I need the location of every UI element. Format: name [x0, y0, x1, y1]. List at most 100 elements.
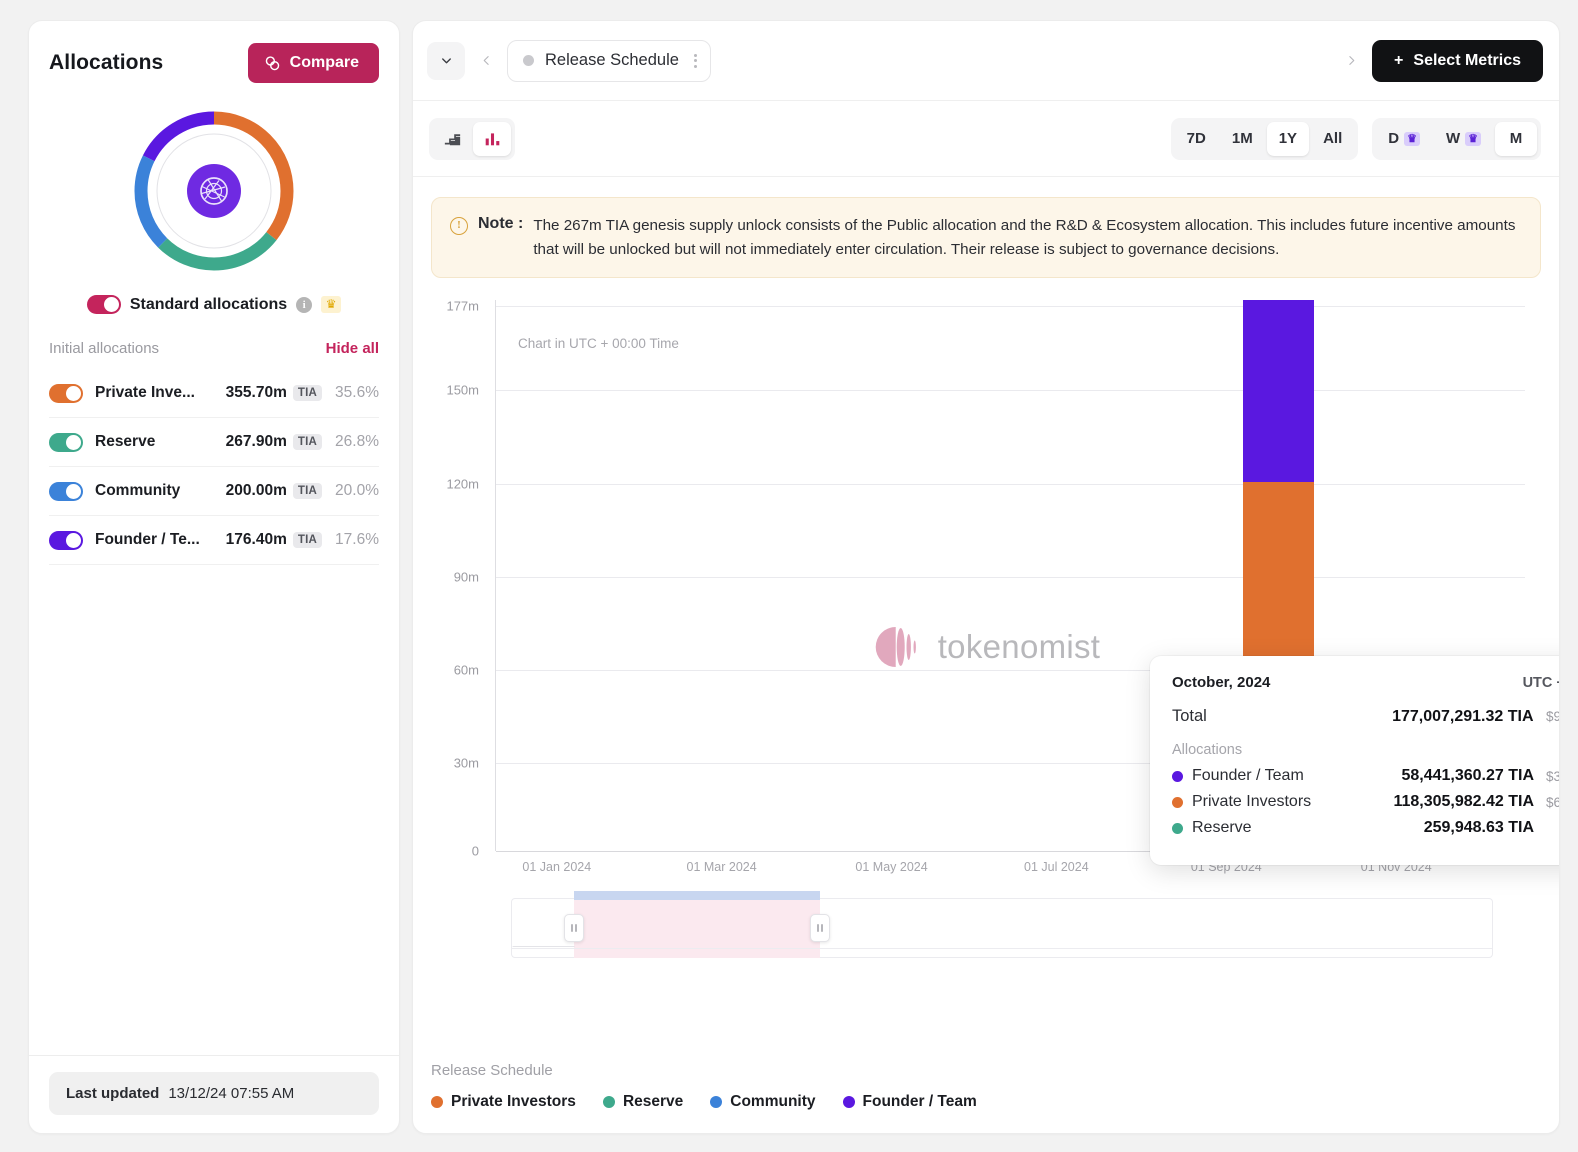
sidebar-spacer	[29, 565, 399, 1055]
allocation-amount: 355.70m	[226, 384, 287, 402]
range-7d[interactable]: 7D	[1175, 122, 1218, 156]
list-item[interactable]: Reserve 267.90m TIA 26.8%	[49, 418, 379, 467]
legend-item-community[interactable]: Community	[710, 1093, 815, 1111]
crown-icon[interactable]: ♛	[321, 296, 341, 313]
compare-label: Compare	[290, 54, 359, 72]
allocation-name: Reserve	[95, 433, 226, 451]
standard-allocations-label: Standard allocations	[130, 296, 287, 314]
info-icon[interactable]: i	[296, 297, 312, 313]
chevron-right-icon[interactable]	[1336, 44, 1366, 78]
allocations-list: Private Inve... 355.70m TIA 35.6% Reserv…	[29, 369, 399, 565]
tab-status-dot	[523, 55, 534, 66]
list-item[interactable]: Community 200.00m TIA 20.0%	[49, 467, 379, 516]
tab-release-schedule[interactable]: Release Schedule	[507, 40, 711, 82]
interval-week[interactable]: W ♛	[1434, 122, 1493, 156]
last-updated-badge: Last updated 13/12/24 07:55 AM	[49, 1072, 379, 1115]
legend-label: Private Investors	[451, 1093, 576, 1111]
legend-color-dot	[843, 1096, 855, 1108]
crown-icon: ♛	[1404, 132, 1420, 146]
tooltip-series-name: Founder / Team	[1192, 767, 1401, 785]
tooltip-row-private-investors: Private Investors 118,305,982.42 TIA $65…	[1172, 793, 1560, 811]
tooltip-row-founder-team: Founder / Team 58,441,360.27 TIA $322.72…	[1172, 767, 1560, 785]
chevron-down-icon[interactable]	[427, 42, 465, 80]
kebab-menu-icon[interactable]	[690, 54, 697, 68]
allocation-toggle-reserve[interactable]	[49, 433, 83, 452]
bar-segment-founder-team	[1243, 300, 1314, 482]
page-title: Allocations	[49, 51, 163, 75]
brush-handle-right[interactable]	[810, 914, 830, 942]
select-metrics-button[interactable]: + Select Metrics	[1372, 40, 1543, 82]
y-tick: 30m	[454, 756, 479, 771]
chart-toolbar: 7D 1M 1Y All D ♛ W ♛ M	[413, 101, 1559, 177]
y-tick: 150m	[446, 383, 479, 398]
allocation-toggle-community[interactable]	[49, 482, 83, 501]
tooltip-color-dot	[1172, 823, 1183, 834]
chart-range-brush[interactable]	[511, 898, 1493, 958]
initial-allocations-label: Initial allocations	[49, 340, 159, 357]
legend-item-private-investors[interactable]: Private Investors	[431, 1093, 576, 1111]
brush-handle-left[interactable]	[564, 914, 584, 942]
allocations-sidebar: Allocations Compare	[28, 20, 400, 1134]
info-circle-icon: !	[450, 217, 468, 235]
chart-area: 177m 150m 120m 90m 60m 30m 0 Chart	[413, 278, 1559, 1050]
tooltip-header: October, 2024 UTC + 00:00	[1172, 674, 1560, 691]
list-item[interactable]: Founder / Te... 176.40m TIA 17.6%	[49, 516, 379, 565]
standard-allocations-toggle[interactable]	[87, 295, 121, 314]
tooltip-series-usd: $1.44m	[1542, 821, 1560, 836]
sidebar-header: Allocations Compare	[29, 21, 399, 89]
range-all[interactable]: All	[1311, 122, 1354, 156]
interval-day-label: D	[1388, 130, 1399, 147]
tooltip-total-label: Total	[1172, 707, 1207, 726]
y-axis: 177m 150m 120m 90m 60m 30m 0	[431, 300, 487, 851]
hide-all-button[interactable]: Hide all	[326, 340, 379, 357]
tooltip-series-usd: $653.29m	[1542, 795, 1560, 810]
initial-allocations-header: Initial allocations Hide all	[29, 334, 399, 369]
select-metrics-label: Select Metrics	[1413, 52, 1521, 70]
compare-button[interactable]: Compare	[248, 43, 379, 83]
brush-baseline	[512, 948, 1492, 949]
chart-type-group	[429, 118, 515, 160]
tooltip-series-value: 259,948.63 TIA	[1424, 819, 1534, 837]
chart-tooltip: October, 2024 UTC + 00:00 Total 177,007,…	[1150, 656, 1560, 865]
allocation-amount: 176.40m	[226, 531, 287, 549]
note-banner-wrap: ! Note : The 267m TIA genesis supply unl…	[413, 177, 1559, 278]
tooltip-color-dot	[1172, 797, 1183, 808]
interval-month[interactable]: M	[1495, 122, 1537, 156]
list-item[interactable]: Private Inve... 355.70m TIA 35.6%	[49, 369, 379, 418]
y-tick: 177m	[446, 299, 479, 314]
tooltip-row-reserve: Reserve 259,948.63 TIA $1.44m	[1172, 819, 1560, 837]
allocation-name: Founder / Te...	[95, 531, 226, 549]
range-1y[interactable]: 1Y	[1267, 122, 1309, 156]
allocation-name: Private Inve...	[95, 384, 226, 402]
interval-group: D ♛ W ♛ M	[1372, 118, 1541, 160]
allocation-percent: 20.0%	[329, 482, 379, 500]
token-logo-icon	[187, 164, 241, 218]
tooltip-series-usd: $322.72m	[1542, 769, 1560, 784]
sidebar-footer: Last updated 13/12/24 07:55 AM	[29, 1055, 399, 1133]
interval-day[interactable]: D ♛	[1376, 122, 1432, 156]
interval-week-label: W	[1446, 130, 1460, 147]
allocation-toggle-founder-team[interactable]	[49, 531, 83, 550]
area-chart-icon[interactable]	[433, 122, 471, 156]
note-banner: ! Note : The 267m TIA genesis supply unl…	[431, 197, 1541, 278]
legend-item-reserve[interactable]: Reserve	[603, 1093, 683, 1111]
app-root: Allocations Compare	[0, 0, 1578, 1152]
y-tick: 120m	[446, 477, 479, 492]
tooltip-series-name: Reserve	[1192, 819, 1424, 837]
tooltip-timezone: UTC + 00:00	[1523, 675, 1560, 691]
bar-chart-icon[interactable]	[473, 122, 511, 156]
tooltip-color-dot	[1172, 771, 1183, 782]
allocation-unit-chip: TIA	[293, 483, 322, 499]
tooltip-allocations-label: Allocations	[1172, 742, 1560, 758]
range-1m[interactable]: 1M	[1220, 122, 1265, 156]
legend-row: Private Investors Reserve Community Foun…	[431, 1093, 1541, 1111]
allocation-percent: 17.6%	[329, 531, 379, 549]
last-updated-label: Last updated	[66, 1085, 159, 1102]
legend-label: Community	[730, 1093, 815, 1111]
tooltip-series-value: 118,305,982.42 TIA	[1393, 793, 1534, 811]
note-label: Note :	[478, 215, 523, 233]
tooltip-date: October, 2024	[1172, 674, 1270, 691]
chevron-left-icon[interactable]	[471, 44, 501, 78]
legend-item-founder-team[interactable]: Founder / Team	[843, 1093, 977, 1111]
allocation-toggle-private-investors[interactable]	[49, 384, 83, 403]
